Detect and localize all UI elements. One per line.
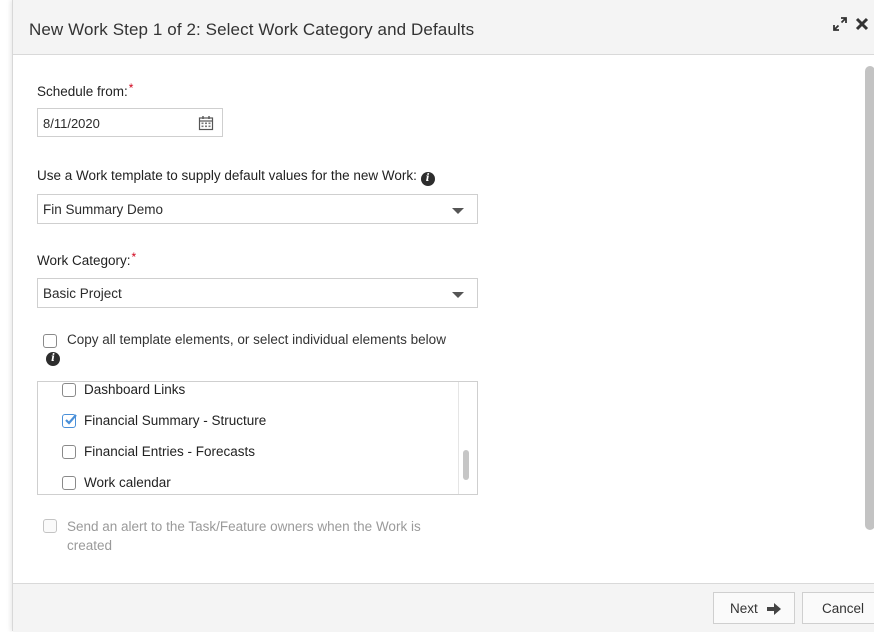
work-category-selected-value: Basic Project bbox=[43, 286, 122, 301]
list-scrollbar-thumb[interactable] bbox=[463, 450, 469, 480]
dialog-footer: Next Cancel bbox=[13, 583, 874, 632]
template-label-text: Use a Work template to supply default va… bbox=[37, 168, 417, 183]
copy-all-label: Copy all template elements, or select in… bbox=[67, 332, 446, 347]
list-item[interactable]: Work calendar bbox=[38, 470, 458, 494]
next-button-label: Next bbox=[730, 601, 758, 616]
schedule-date-field[interactable]: 8/11/2020 bbox=[37, 108, 223, 137]
list-item[interactable]: Financial Summary - Structure bbox=[38, 408, 458, 434]
element-label: Financial Summary - Structure bbox=[84, 413, 267, 428]
dialog-scrollbar[interactable] bbox=[865, 66, 874, 530]
arrow-right-icon bbox=[766, 602, 782, 619]
send-alert-checkbox bbox=[43, 519, 57, 533]
template-select[interactable]: Fin Summary Demo bbox=[37, 194, 478, 224]
schedule-date-value: 8/11/2020 bbox=[43, 116, 100, 131]
info-icon[interactable]: i bbox=[46, 352, 60, 366]
list-item[interactable]: Financial Entries - Forecasts bbox=[38, 439, 458, 465]
schedule-from-label: Schedule from:* bbox=[37, 81, 134, 99]
element-checkbox[interactable] bbox=[62, 383, 76, 397]
required-marker: * bbox=[131, 250, 137, 264]
required-marker: * bbox=[128, 81, 134, 95]
cancel-button-label: Cancel bbox=[822, 601, 865, 616]
template-label: Use a Work template to supply default va… bbox=[37, 168, 435, 186]
close-icon[interactable] bbox=[855, 17, 869, 36]
checkmark-icon bbox=[65, 414, 77, 425]
template-elements-list[interactable]: Dashboard Links Financial Summary - Stru… bbox=[37, 381, 478, 495]
expand-icon[interactable] bbox=[833, 17, 847, 36]
cancel-button[interactable]: Cancel bbox=[802, 592, 874, 624]
list-item[interactable]: Dashboard Links bbox=[38, 382, 458, 403]
element-label: Financial Entries - Forecasts bbox=[84, 444, 256, 459]
new-work-dialog: New Work Step 1 of 2: Select Work Catego… bbox=[12, 0, 874, 632]
dialog-title: New Work Step 1 of 2: Select Work Catego… bbox=[29, 20, 475, 39]
work-category-select[interactable]: Basic Project bbox=[37, 278, 478, 308]
send-alert-label: Send an alert to the Task/Feature owners… bbox=[67, 519, 421, 553]
template-selected-value: Fin Summary Demo bbox=[43, 202, 164, 217]
chevron-down-icon bbox=[452, 208, 464, 214]
info-icon[interactable]: i bbox=[420, 172, 435, 186]
element-label: Dashboard Links bbox=[84, 382, 186, 397]
list-scrollbar[interactable] bbox=[458, 382, 477, 494]
calendar-icon[interactable] bbox=[198, 115, 214, 131]
element-checkbox[interactable] bbox=[62, 445, 76, 459]
dialog-header: New Work Step 1 of 2: Select Work Catego… bbox=[13, 0, 874, 55]
next-button[interactable]: Next bbox=[713, 592, 795, 624]
schedule-from-text: Schedule from: bbox=[37, 84, 128, 99]
chevron-down-icon bbox=[452, 292, 464, 298]
element-checkbox[interactable] bbox=[62, 476, 76, 490]
element-checkbox[interactable] bbox=[62, 414, 77, 428]
work-category-text: Work Category: bbox=[37, 253, 131, 268]
work-category-label: Work Category:* bbox=[37, 250, 137, 268]
element-label: Work calendar bbox=[84, 475, 171, 490]
copy-all-checkbox[interactable] bbox=[43, 334, 57, 348]
